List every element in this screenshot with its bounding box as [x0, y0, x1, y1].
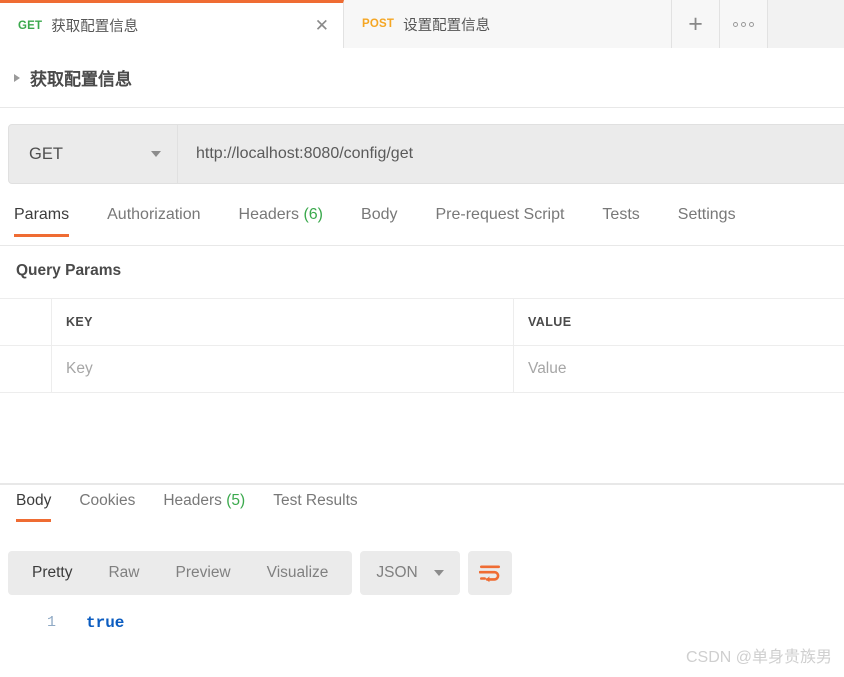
- response-body-content: true: [86, 614, 125, 632]
- tab-label: Settings: [677, 206, 736, 223]
- response-tab-cookies[interactable]: Cookies: [79, 492, 135, 522]
- tab-label: Cookies: [79, 492, 136, 509]
- param-key-placeholder: Key: [66, 360, 93, 377]
- tab-body[interactable]: Body: [361, 206, 397, 237]
- table-header-row: KEY VALUE: [0, 299, 844, 346]
- param-value-placeholder: Value: [528, 360, 567, 377]
- response-format-toolbar: Pretty Raw Preview Visualize JSON: [8, 551, 512, 595]
- tab-pre-request-script[interactable]: Pre-request Script: [435, 206, 564, 237]
- tab-label: Headers: [238, 206, 299, 223]
- response-tab-body[interactable]: Body: [16, 492, 52, 522]
- tab-authorization[interactable]: Authorization: [107, 206, 200, 237]
- tab-label: Headers: [163, 492, 222, 509]
- url-bar: GET http://localhost:8080/config/get: [8, 124, 844, 184]
- postman-window: GET 获取配置信息 ✕ POST 设置配置信息 + 获取配置信息 GET ht…: [0, 0, 844, 677]
- tab-bar-filler: [768, 0, 844, 48]
- row-checkbox-cell[interactable]: [0, 346, 52, 392]
- table-row[interactable]: Key Value: [0, 346, 844, 393]
- tab-tests[interactable]: Tests: [602, 206, 639, 237]
- column-header-key: KEY: [52, 299, 514, 345]
- query-params-table: KEY VALUE Key Value: [0, 298, 844, 393]
- tab-label: Authorization: [107, 206, 201, 223]
- tab-title-label: 设置配置信息: [403, 17, 491, 34]
- request-tab-bar: GET 获取配置信息 ✕ POST 设置配置信息 +: [0, 0, 844, 49]
- chevron-down-icon: [433, 570, 444, 576]
- headers-count-badge: (6): [303, 206, 324, 223]
- url-value: http://localhost:8080/config/get: [196, 145, 414, 162]
- request-section-tabs: Params Authorization Headers (6) Body Pr…: [0, 206, 844, 246]
- watermark: CSDN @单身贵族男: [685, 649, 832, 666]
- response-section-tabs: Body Cookies Headers (5) Test Results: [0, 492, 844, 532]
- page-title: 获取配置信息: [30, 70, 132, 89]
- view-mode-raw[interactable]: Raw: [90, 564, 157, 582]
- view-mode-visualize[interactable]: Visualize: [249, 564, 347, 582]
- tab-method-label: POST: [362, 18, 395, 30]
- http-method-select[interactable]: GET: [8, 124, 178, 184]
- url-input[interactable]: http://localhost:8080/config/get: [178, 124, 844, 184]
- word-wrap-icon: [478, 565, 500, 582]
- response-tab-headers[interactable]: Headers (5): [163, 492, 245, 522]
- ellipsis-icon: [733, 21, 754, 27]
- tab-label: Body: [16, 492, 52, 509]
- column-header-value: VALUE: [528, 315, 572, 329]
- param-value-input[interactable]: Value: [514, 346, 844, 392]
- tab-params[interactable]: Params: [14, 206, 70, 237]
- plus-icon: +: [688, 9, 703, 38]
- chevron-down-icon: [151, 151, 161, 157]
- tab-method-label: GET: [18, 19, 43, 32]
- pane-splitter[interactable]: [0, 483, 844, 485]
- tab-title-label: 获取配置信息: [51, 19, 139, 35]
- caret-right-icon[interactable]: [14, 73, 20, 82]
- view-mode-preview[interactable]: Preview: [158, 564, 249, 582]
- line-number: 1: [46, 614, 56, 631]
- response-tab-test-results[interactable]: Test Results: [273, 492, 357, 522]
- close-icon[interactable]: ✕: [289, 17, 329, 34]
- query-params-title: Query Params: [16, 262, 122, 279]
- view-mode-pretty[interactable]: Pretty: [14, 564, 90, 582]
- response-format-label: JSON: [376, 564, 418, 581]
- new-tab-button[interactable]: +: [672, 0, 720, 48]
- request-tab-set-config[interactable]: POST 设置配置信息: [344, 0, 672, 48]
- response-view-mode-group: Pretty Raw Preview Visualize: [8, 551, 353, 595]
- breadcrumb: 获取配置信息: [0, 48, 844, 108]
- tab-headers[interactable]: Headers (6): [239, 206, 324, 237]
- param-key-input[interactable]: Key: [52, 346, 514, 392]
- response-format-select[interactable]: JSON: [360, 551, 460, 595]
- tab-label: Body: [361, 206, 398, 223]
- tab-label: Params: [14, 206, 70, 223]
- tab-label: Pre-request Script: [435, 206, 565, 223]
- tab-settings[interactable]: Settings: [678, 206, 736, 237]
- tab-label: Test Results: [273, 492, 358, 509]
- tab-options-button[interactable]: [720, 0, 768, 48]
- select-all-cell: [0, 299, 52, 345]
- word-wrap-button[interactable]: [467, 551, 512, 595]
- request-tab-get-config[interactable]: GET 获取配置信息 ✕: [0, 0, 344, 48]
- response-headers-count-badge: (5): [226, 492, 246, 509]
- tab-label: Tests: [602, 206, 640, 223]
- http-method-label: GET: [29, 144, 63, 163]
